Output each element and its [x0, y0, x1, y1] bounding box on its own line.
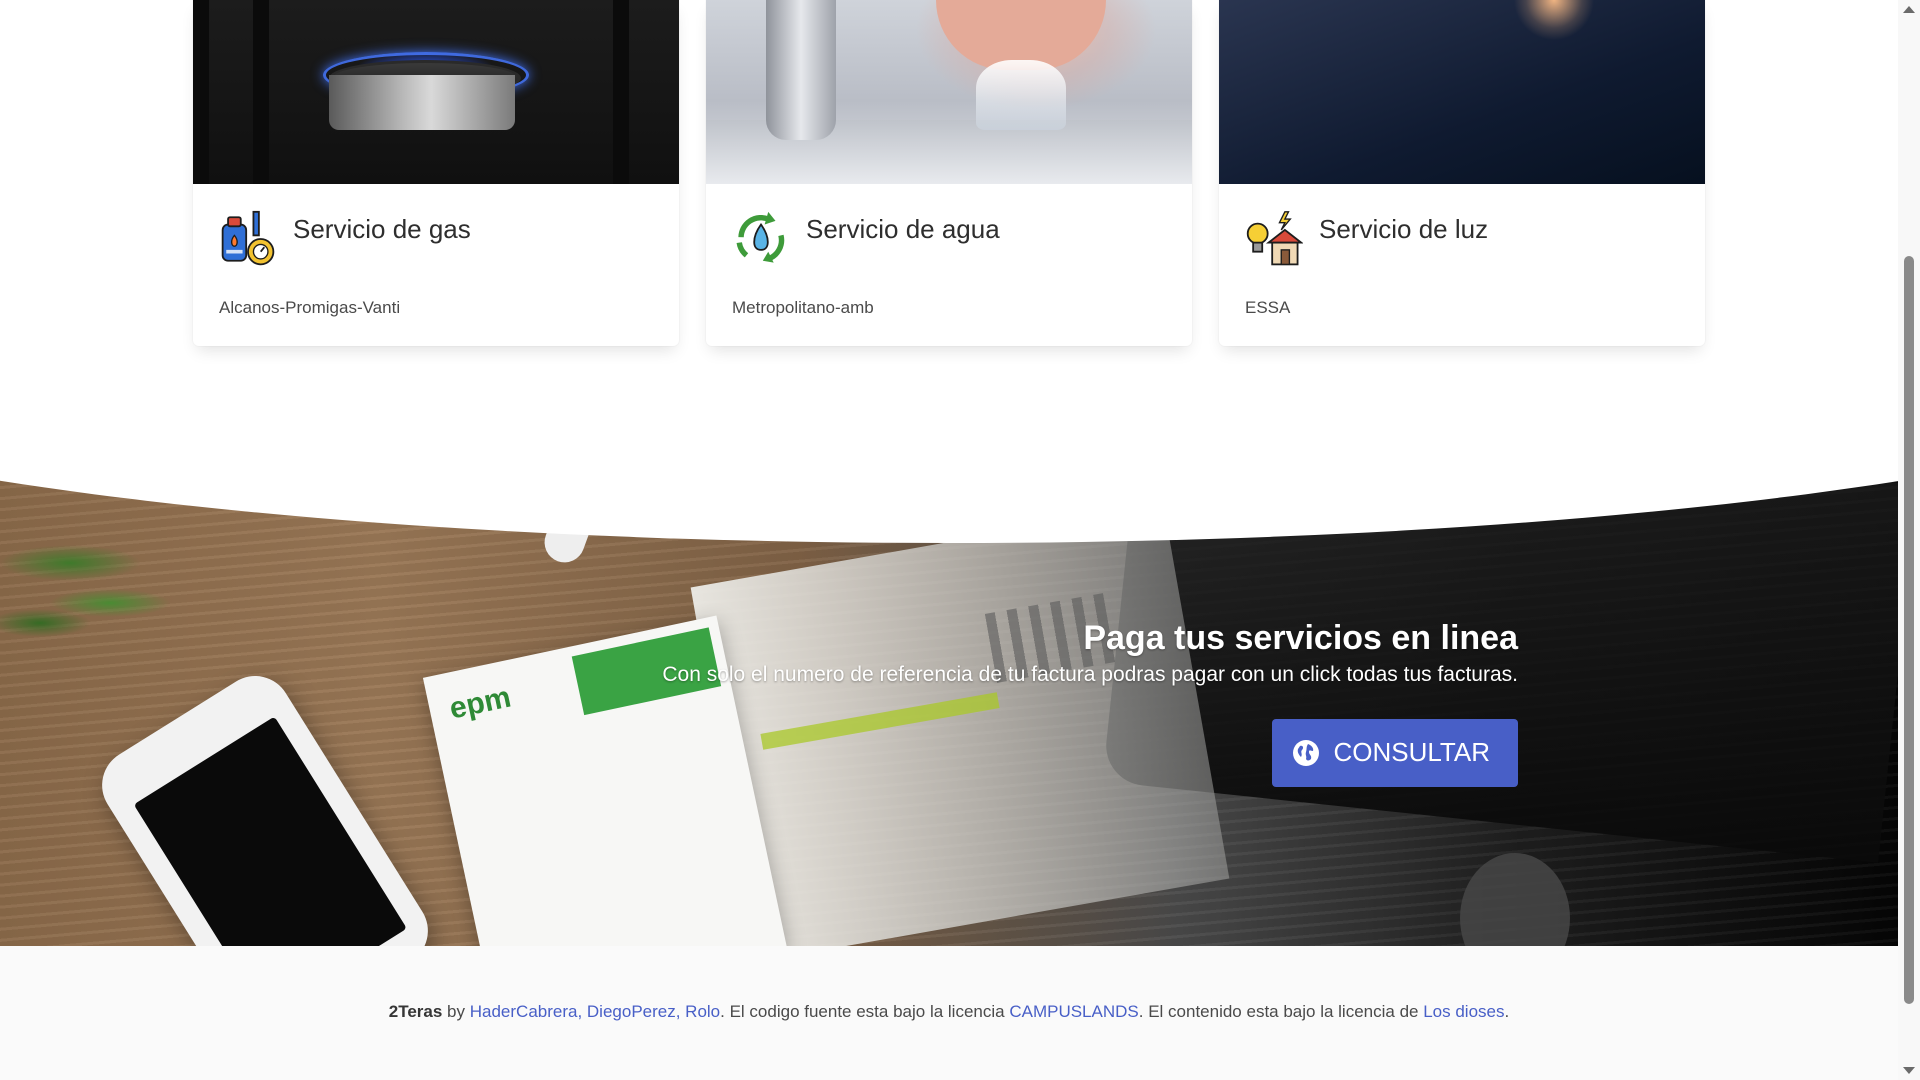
banner-content: Paga tus servicios en linea Con solo el …	[662, 618, 1518, 787]
footer-source-text: . El codigo fuente esta bajo la licencia	[720, 1002, 1010, 1021]
services-cards: Servicio de gas Alcanos-Promigas-Vanti S…	[193, 0, 1705, 346]
card-content: Servicio de gas Alcanos-Promigas-Vanti	[193, 184, 679, 318]
footer-end: .	[1504, 1002, 1510, 1021]
payment-banner: epm Paga tus servicios en linea Con solo…	[0, 453, 1898, 946]
footer-authors-link[interactable]: HaderCabrera, DiegoPerez, Rolo	[470, 1002, 720, 1021]
footer-brand: 2Teras	[388, 1002, 443, 1021]
footer: 2Teras by HaderCabrera, DiegoPerez, Rolo…	[0, 946, 1898, 1080]
banner-text: Con solo el numero de referencia de tu f…	[662, 662, 1518, 686]
footer-content-license-link[interactable]: Los dioses	[1423, 1002, 1504, 1021]
card-content: Servicio de luz ESSA	[1219, 184, 1705, 318]
footer-content-text: . El contenido esta bajo la licencia de	[1138, 1002, 1424, 1021]
footer-by: by	[442, 1002, 470, 1021]
consultar-label: CONSULTAR	[1333, 737, 1491, 768]
footer-text: 2Teras by HaderCabrera, DiegoPerez, Rolo…	[0, 1002, 1898, 1022]
card-title: Servicio de agua	[806, 214, 1000, 244]
bill-logo: epm	[446, 680, 514, 726]
scroll-down-arrow-icon[interactable]	[1903, 1067, 1915, 1074]
card-content: Servicio de agua Metropolitano-amb	[706, 184, 1192, 318]
page: Servicio de gas Alcanos-Promigas-Vanti S…	[0, 0, 1920, 1080]
service-card-gas[interactable]: Servicio de gas Alcanos-Promigas-Vanti	[193, 0, 679, 346]
service-card-agua[interactable]: Servicio de agua Metropolitano-amb	[706, 0, 1192, 346]
consultar-button[interactable]: CONSULTAR	[1271, 718, 1518, 787]
water-hands-image	[706, 0, 1192, 184]
card-provider: ESSA	[1245, 298, 1291, 317]
footer-source-license-link[interactable]: CAMPUSLANDS	[1009, 1002, 1138, 1021]
scroll-up-arrow-icon[interactable]	[1903, 6, 1915, 13]
card-title: Servicio de gas	[293, 214, 471, 244]
banner-title: Paga tus servicios en linea	[1083, 619, 1518, 657]
card-provider: Alcanos-Promigas-Vanti	[219, 298, 401, 317]
water-recycle-icon	[736, 211, 785, 263]
scroll-thumb[interactable]	[1904, 256, 1914, 1004]
service-card-luz[interactable]: Servicio de luz ESSA	[1219, 0, 1705, 346]
gas-cylinder-icon	[221, 210, 275, 266]
globe-icon	[1292, 739, 1319, 766]
plant-image	[0, 523, 180, 653]
card-provider: Metropolitano-amb	[732, 298, 874, 317]
gas-stove-image	[193, 0, 679, 184]
vertical-scrollbar[interactable]	[1898, 0, 1920, 1080]
house-lightbulb-icon	[1246, 211, 1303, 266]
light-bulb-image	[1219, 0, 1705, 184]
card-title: Servicio de luz	[1319, 214, 1489, 244]
